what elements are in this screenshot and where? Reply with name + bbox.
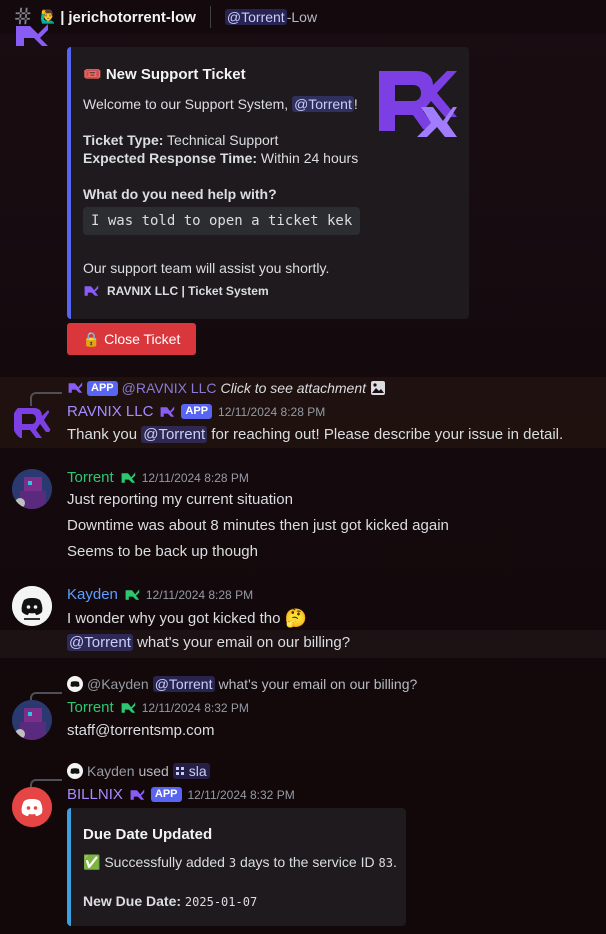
ticket-embed: 🎟️ New Support Ticket Welcome to our Sup… (67, 47, 469, 319)
role-icon (121, 701, 135, 713)
reply-used: used (138, 763, 169, 779)
torrent-timestamp-2[interactable]: 12/11/2024 8:32 PM (142, 701, 249, 715)
reply-author[interactable]: Kayden (87, 763, 134, 779)
torrent-avatar[interactable] (12, 700, 52, 740)
ravnix-avatar-partial[interactable] (12, 16, 52, 56)
ravnix-mention[interactable]: @Torrent (141, 426, 208, 443)
kayden-avatar[interactable] (12, 586, 52, 626)
torrent-timestamp[interactable]: 12/11/2024 8:28 PM (142, 471, 249, 485)
channel-header: 🙋‍♂ | jerichotorrent-low @Torrent -Low (0, 0, 606, 34)
slash-command[interactable]: sla (172, 763, 210, 779)
channel-separator: | (60, 8, 65, 26)
welcome-mention[interactable]: @Torrent (292, 96, 354, 112)
ravnix-reply-preview[interactable]: APP @RAVNIX LLC Click to see attachment (67, 380, 386, 396)
billnix-username[interactable]: BILLNIX (67, 786, 123, 803)
ravnix-logo-thumbnail (379, 71, 457, 137)
reply-mention[interactable]: @Torrent (152, 676, 215, 692)
reply-author[interactable]: @Kayden (87, 676, 149, 692)
billnix-avatar[interactable] (12, 787, 52, 827)
topic-suffix: -Low (286, 9, 318, 25)
kayden-name-row: Kayden 12/11/2024 8:28 PM (67, 586, 253, 603)
due-date-embed: Due Date Updated ✅ Successfully added 3 … (67, 808, 406, 926)
torrent-line-1: Just reporting my current situation (67, 491, 293, 508)
app-tag: APP (150, 787, 182, 802)
ticket-answer-code: I was told to open a ticket kek (83, 207, 361, 235)
torrent-reply-preview[interactable]: @Kayden @Torrent what's your email on ou… (67, 676, 417, 692)
torrent-line-3: Seems to be back up though (67, 543, 258, 560)
role-icon (130, 788, 145, 800)
ravnix-message-text: Thank you @Torrent for reaching out! Ple… (67, 426, 564, 443)
lock-icon: 🔒 (82, 330, 101, 347)
ravnix-reply-icon (68, 382, 83, 393)
torrent-email-line: staff@torrentsmp.com (67, 722, 215, 739)
ticket-embed-title: 🎟️ New Support Ticket (83, 66, 246, 83)
kayden-username[interactable]: Kayden (67, 586, 118, 603)
message-list: 🎟️ New Support Ticket Welcome to our Sup… (0, 24, 606, 934)
torrent-name-row-2: Torrent 12/11/2024 8:32 PM (67, 699, 249, 716)
torrent-username-2[interactable]: Torrent (67, 699, 114, 716)
ravnix-avatar[interactable] (12, 402, 52, 442)
embed-footer: RAVNIX LLC | Ticket System (83, 283, 269, 299)
due-date-value: 2025-01-07 (184, 895, 258, 909)
torrent-name-row: Torrent 12/11/2024 8:28 PM (67, 469, 249, 486)
due-date-line: New Due Date: 2025-01-07 (83, 893, 258, 909)
kayden-line-1: I wonder why you got kicked tho 🤔 (67, 608, 307, 628)
ravnix-footer-icon (84, 285, 99, 296)
welcome-line: Welcome to our Support System, @Torrent! (83, 96, 358, 112)
ticket-type-line: Ticket Type: Technical Support (83, 132, 279, 148)
assist-line: Our support team will assist you shortly… (83, 260, 330, 276)
reply-text[interactable]: Click to see attachment (221, 380, 367, 396)
question-line: What do you need help with? (83, 186, 277, 202)
ravnix-timestamp[interactable]: 12/11/2024 8:28 PM (218, 405, 325, 419)
response-time-line: Expected Response Time: Within 24 hours (83, 150, 359, 166)
torrent-username[interactable]: Torrent (67, 469, 114, 486)
footer-text: RAVNIX LLC | Ticket System (107, 284, 269, 298)
ravnix-name-row: RAVNIX LLC APP 12/11/2024 8:28 PM (67, 403, 325, 420)
kayden-timestamp[interactable]: 12/11/2024 8:28 PM (146, 588, 253, 602)
torrent-avatar[interactable] (12, 469, 52, 509)
channel-name[interactable]: jerichotorrent-low (68, 9, 196, 26)
ravnix-username[interactable]: RAVNIX LLC (67, 403, 153, 420)
reply-snippet[interactable]: what's your email on our billing? (219, 676, 418, 692)
kayden-mini-avatar (67, 676, 83, 692)
topic-mention[interactable]: @Torrent (224, 9, 287, 25)
reply-app-tag: APP (87, 380, 118, 396)
kayden-line-2: @Torrent what's your email on our billin… (67, 634, 351, 651)
image-icon (371, 381, 386, 395)
role-icon (125, 588, 140, 600)
billnix-timestamp[interactable]: 12/11/2024 8:32 PM (188, 788, 295, 802)
role-icon (161, 405, 175, 417)
channel-topic[interactable]: @Torrent -Low (224, 9, 318, 25)
due-embed-success-line: ✅ Successfully added 3 days to the servi… (83, 854, 397, 870)
billnix-reply-preview[interactable]: Kayden used sla (67, 763, 210, 779)
reply-mention[interactable]: @RAVNIX LLC (122, 380, 217, 396)
torrent-line-2: Downtime was about 8 minutes then just g… (67, 517, 449, 534)
kayden-mention[interactable]: @Torrent (67, 634, 133, 651)
thinking-emoji: 🤔 (284, 608, 307, 628)
due-embed-title: Due Date Updated (83, 826, 213, 843)
command-icon (175, 767, 184, 775)
service-id-value: 83 (378, 856, 393, 870)
kayden-mini-avatar (67, 763, 83, 779)
close-ticket-label: Close Ticket (104, 331, 181, 347)
role-icon (121, 471, 135, 483)
header-divider (209, 6, 211, 28)
billnix-name-row: BILLNIX APP 12/11/2024 8:32 PM (67, 786, 295, 803)
close-ticket-button[interactable]: 🔒 Close Ticket (67, 323, 196, 355)
check-icon: ✅ (83, 854, 101, 870)
days-value: 3 (228, 856, 237, 870)
app-tag: APP (181, 404, 213, 419)
